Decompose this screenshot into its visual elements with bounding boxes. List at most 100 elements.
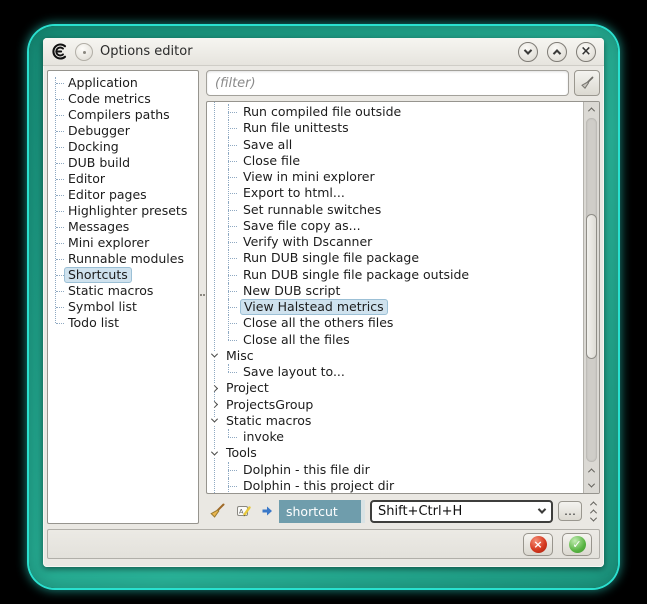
- sidebar-item-debugger[interactable]: Debugger: [48, 123, 198, 139]
- tree-item-label: View in mini explorer: [240, 170, 378, 184]
- tree-item-label: Verify with Dscanner: [240, 235, 375, 249]
- edit-pencil-icon: A: [236, 503, 252, 519]
- window-menu-button[interactable]: [75, 43, 93, 61]
- sidebar-item-runnable-modules[interactable]: Runnable modules: [48, 251, 198, 267]
- tree-item-label: ProjectsGroup: [223, 398, 316, 412]
- sidebar-item-application[interactable]: Application: [48, 75, 198, 91]
- sidebar-item-label: Application: [65, 76, 141, 90]
- chevron-down-icon[interactable]: [209, 449, 219, 457]
- broom-icon: [208, 502, 226, 520]
- cancel-button[interactable]: ×: [523, 533, 553, 556]
- sidebar-item-label: Docking: [65, 140, 122, 154]
- property-grid-scrollbar[interactable]: [587, 501, 600, 522]
- tree-item-close-all-the-files[interactable]: Close all the files: [207, 332, 583, 348]
- tree-item-label: Save file copy as...: [240, 219, 364, 233]
- sidebar-item-docking[interactable]: Docking: [48, 139, 198, 155]
- accept-check-icon: ✓: [569, 536, 586, 553]
- scrollbar-track[interactable]: [586, 118, 597, 462]
- tree-scrollbar[interactable]: [583, 102, 599, 493]
- tree-item-run-file-unittests[interactable]: Run file unittests: [207, 120, 583, 136]
- sidebar-item-symbol-list[interactable]: Symbol list: [48, 299, 198, 315]
- clear-shortcut-button[interactable]: [206, 500, 228, 522]
- sidebar-item-editor[interactable]: Editor: [48, 171, 198, 187]
- tree-item-label: Save all: [240, 138, 295, 152]
- edit-shortcut-button[interactable]: A: [233, 500, 255, 522]
- chevron-up-icon: [553, 49, 561, 57]
- options-editor-window: Options editor × Application Code metrics…: [43, 38, 604, 567]
- window-controls: ×: [518, 42, 596, 62]
- sidebar-item-label: Mini explorer: [65, 236, 152, 250]
- tree-item-run-dub-single-file-package[interactable]: Run DUB single file package: [207, 250, 583, 266]
- tree-item-close-file[interactable]: Close file: [207, 153, 583, 169]
- tree-item-new-dub-script[interactable]: New DUB script: [207, 283, 583, 299]
- scroll-up-button-2[interactable]: [584, 463, 599, 478]
- sidebar-item-label: Static macros: [65, 284, 156, 298]
- sidebar-item-label: DUB build: [65, 156, 133, 170]
- tree-item-label: Close all the files: [240, 333, 353, 347]
- tree-item-label: Run DUB single file package outside: [240, 268, 472, 282]
- filter-input[interactable]: [206, 70, 569, 96]
- scroll-down-button[interactable]: [584, 478, 599, 493]
- tree-item-tools[interactable]: Tools: [207, 445, 583, 461]
- accept-button[interactable]: ✓: [562, 533, 592, 556]
- chevron-right-icon[interactable]: [209, 384, 219, 392]
- sidebar-item-label: Code metrics: [65, 92, 154, 106]
- clear-filter-button[interactable]: [574, 70, 600, 96]
- tree-item-set-runnable-switches[interactable]: Set runnable switches: [207, 202, 583, 218]
- minimize-button[interactable]: [518, 42, 538, 62]
- sidebar-item-highlighter-presets[interactable]: Highlighter presets: [48, 203, 198, 219]
- tree-item-misc[interactable]: Misc: [207, 348, 583, 364]
- shortcut-combobox[interactable]: Shift+Ctrl+H: [370, 500, 553, 523]
- filter-row: [206, 70, 600, 96]
- tree-item-invoke[interactable]: invoke: [207, 429, 583, 445]
- sidebar-item-shortcuts[interactable]: Shortcuts: [48, 267, 198, 283]
- titlebar: Options editor ×: [43, 38, 604, 66]
- sidebar-item-label: Shortcuts: [64, 267, 132, 283]
- tree-item-dolphin-this-file-dir[interactable]: Dolphin - this file dir: [207, 462, 583, 478]
- tree-item-label: Close file: [240, 154, 303, 168]
- sidebar-item-label: Highlighter presets: [65, 204, 190, 218]
- tree-item-view-in-mini-explorer[interactable]: View in mini explorer: [207, 169, 583, 185]
- tree-item-projectsgroup[interactable]: ProjectsGroup: [207, 397, 583, 413]
- tree-item-static-macros[interactable]: Static macros: [207, 413, 583, 429]
- combo-chevron-down-icon[interactable]: [533, 508, 551, 514]
- sidebar-item-compilers-paths[interactable]: Compilers paths: [48, 107, 198, 123]
- splitter-handle[interactable]: [199, 70, 206, 524]
- scroll-up-button[interactable]: [584, 102, 599, 117]
- tree-item-label: Run compiled file outside: [240, 105, 404, 119]
- sidebar-item-todo-list[interactable]: Todo list: [48, 315, 198, 331]
- sidebar-item-static-macros[interactable]: Static macros: [48, 283, 198, 299]
- sidebar-item-editor-pages[interactable]: Editor pages: [48, 187, 198, 203]
- tree-item-dolphin-this-project-dir[interactable]: Dolphin - this project dir: [207, 478, 583, 493]
- tree-item-save-all[interactable]: Save all: [207, 137, 583, 153]
- sidebar-item-label: Debugger: [65, 124, 133, 138]
- close-button[interactable]: ×: [576, 42, 596, 62]
- tree-item-project[interactable]: Project: [207, 380, 583, 396]
- tree-item-label: Run file unittests: [240, 121, 352, 135]
- tree-item-run-dub-single-file-package-outside[interactable]: Run DUB single file package outside: [207, 267, 583, 283]
- category-list: Application Code metricsCompilers pathsDe…: [47, 70, 199, 524]
- tree-item-verify-with-dscanner[interactable]: Verify with Dscanner: [207, 234, 583, 250]
- sidebar-item-code-metrics[interactable]: Code metrics: [48, 91, 198, 107]
- sidebar-item-dub-build[interactable]: DUB build: [48, 155, 198, 171]
- scrollbar-thumb[interactable]: [586, 214, 597, 358]
- tree-item-label: New DUB script: [240, 284, 343, 298]
- sidebar-item-label: Runnable modules: [65, 252, 187, 266]
- tree-item-run-compiled-file-outside[interactable]: Run compiled file outside: [207, 104, 583, 120]
- sidebar-item-label: Editor pages: [65, 188, 150, 202]
- tree-item-save-layout-to[interactable]: Save layout to...: [207, 364, 583, 380]
- sidebar-item-messages[interactable]: Messages: [48, 219, 198, 235]
- tree-item-save-file-copy-as[interactable]: Save file copy as...: [207, 218, 583, 234]
- chevron-right-icon[interactable]: [209, 401, 219, 409]
- maximize-button[interactable]: [547, 42, 567, 62]
- property-name-cell[interactable]: shortcut: [279, 500, 365, 523]
- tree-item-export-to-html[interactable]: Export to html...: [207, 185, 583, 201]
- svg-text:A: A: [239, 508, 244, 516]
- tree-item-close-all-the-others-files[interactable]: Close all the others files: [207, 315, 583, 331]
- sidebar-item-mini-explorer[interactable]: Mini explorer: [48, 235, 198, 251]
- chevron-down-icon[interactable]: [209, 417, 219, 425]
- broom-icon: [579, 75, 595, 91]
- tree-item-view-halstead-metrics[interactable]: View Halstead metrics: [207, 299, 583, 315]
- more-options-button[interactable]: …: [558, 501, 582, 521]
- chevron-down-icon[interactable]: [209, 352, 219, 360]
